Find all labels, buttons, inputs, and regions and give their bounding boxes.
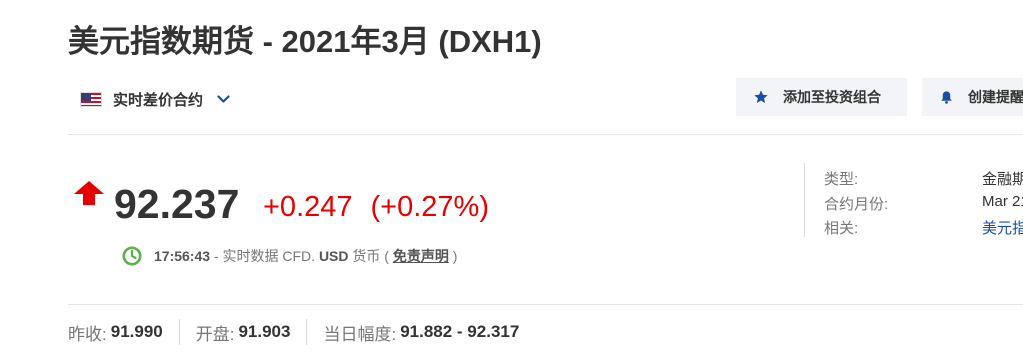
currency-code: USD xyxy=(318,248,349,264)
currency-text: 货币 ( xyxy=(348,248,393,264)
open-stat: 开盘: 91.903 xyxy=(196,320,291,345)
type-label: 类型: xyxy=(824,171,859,188)
open-label: 开盘: xyxy=(195,324,235,344)
contract-month-value: Mar 21 xyxy=(982,193,1023,210)
close-paren: ) xyxy=(448,248,458,264)
disclaimer-link[interactable]: 免责声明 xyxy=(393,246,449,266)
prev-close-value: 91.990 xyxy=(110,322,163,341)
star-icon xyxy=(753,89,769,105)
quote-timestamp-row: 17:56:43 - 实时数据 CFD. USD 货币 ( 免责声明 ) xyxy=(122,244,457,268)
stat-separator xyxy=(178,319,180,345)
info-divider xyxy=(804,163,805,237)
change-percent: (+0.27%) xyxy=(370,191,489,223)
quote-time: 17:56:43 xyxy=(154,248,211,264)
data-source-text: - 实时数据 CFD. xyxy=(210,248,319,264)
day-range-value: 91.882 - 92.317 xyxy=(400,322,520,341)
contract-month-label: 合约月份: xyxy=(824,196,889,213)
change-value: +0.247 xyxy=(263,191,353,223)
arrow-up-icon xyxy=(73,180,105,211)
prev-close-label: 昨收: xyxy=(68,324,107,344)
market-selector-dropdown[interactable]: 实时差价合约 xyxy=(80,84,230,114)
last-price: 92.237 xyxy=(114,181,240,227)
add-to-portfolio-button[interactable]: 添加至投资组合 xyxy=(736,78,907,116)
stats-divider xyxy=(68,304,1023,305)
day-range-stat: 当日幅度: 91.882 - 92.317 xyxy=(323,320,519,345)
stats-row: 昨收: 91.990 开盘: 91.903 当日幅度: 91.882 - 92.… xyxy=(68,319,519,345)
create-alert-label: 创建提醒 xyxy=(968,89,1023,105)
clock-icon xyxy=(122,246,142,266)
type-value: 金融期货 xyxy=(982,171,1023,188)
us-flag-icon xyxy=(80,91,102,107)
price-change: +0.247 (+0.27%) xyxy=(263,189,507,225)
add-to-portfolio-label: 添加至投资组合 xyxy=(783,89,881,105)
create-alert-button[interactable]: 创建提醒 xyxy=(922,78,1023,116)
related-link[interactable]: 美元指数 xyxy=(982,217,1023,238)
day-range-label: 当日幅度: xyxy=(323,324,397,344)
bell-icon xyxy=(939,89,954,105)
prev-close-stat: 昨收: 91.990 xyxy=(68,320,163,345)
page-title: 美元指数期货 - 2021年3月 (DXH1) xyxy=(68,24,542,59)
open-value: 91.903 xyxy=(238,322,291,341)
header-divider xyxy=(68,134,1023,135)
related-label: 相关: xyxy=(824,220,859,237)
stat-separator xyxy=(306,319,308,345)
chevron-down-icon xyxy=(217,94,230,104)
market-selector-label: 实时差价合约 xyxy=(113,91,204,109)
